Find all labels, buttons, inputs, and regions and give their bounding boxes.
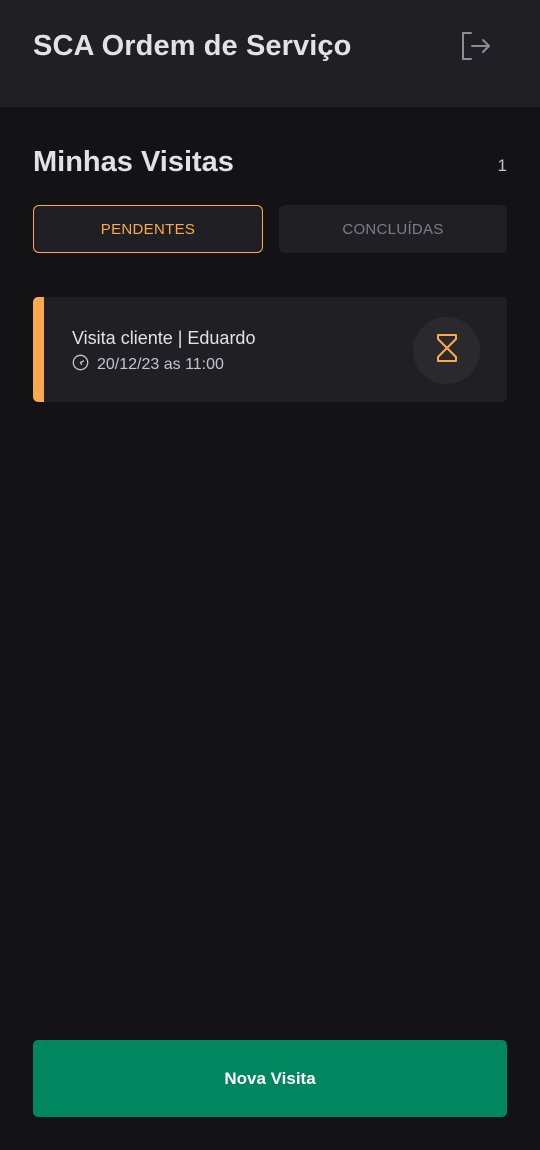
app-screen: SCA Ordem de Serviço Minhas Visitas 1 PE… <box>0 0 540 1150</box>
visit-datetime-row: 20/12/23 as 11:00 <box>72 354 224 376</box>
app-title: SCA Ordem de Serviço <box>33 30 352 62</box>
app-header: SCA Ordem de Serviço <box>0 0 540 107</box>
tab-pending[interactable]: PENDENTES <box>33 205 263 253</box>
visits-count: 1 <box>497 156 507 175</box>
visit-card[interactable]: Visita cliente | Eduardo 20/12/23 as 11:… <box>33 297 507 402</box>
logout-button[interactable] <box>456 30 496 66</box>
visit-datetime: 20/12/23 as 11:00 <box>97 356 224 373</box>
sign-out-icon <box>460 31 492 66</box>
status-indicator-bar <box>33 297 44 402</box>
clock-icon <box>72 354 89 376</box>
status-badge <box>413 317 480 384</box>
visit-title: Visita cliente | Eduardo <box>72 328 256 348</box>
hourglass-icon <box>436 333 458 368</box>
tab-completed[interactable]: CONCLUÍDAS <box>279 205 507 253</box>
page-title: Minhas Visitas <box>33 146 234 178</box>
new-visit-button[interactable]: Nova Visita <box>33 1040 507 1117</box>
